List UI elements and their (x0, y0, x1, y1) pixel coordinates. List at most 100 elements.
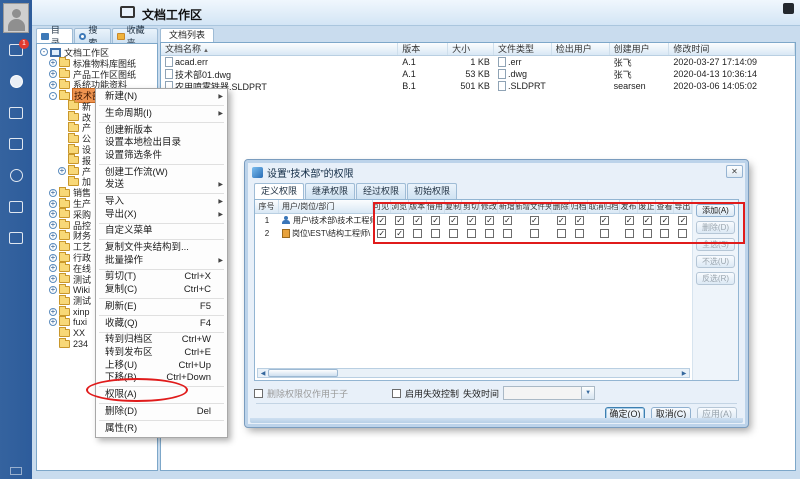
tab-收藏夹[interactable]: 收藏夹 (112, 28, 158, 43)
menu-item-权限(A)[interactable]: 权限(A) (96, 389, 227, 402)
checkbox-归档[interactable]: ✓ (575, 216, 584, 225)
checkbox-取消归档[interactable]: ✓ (600, 216, 609, 225)
checkbox-新增[interactable] (503, 229, 512, 238)
menu-item-收藏(Q)[interactable]: 收藏(Q)F4 (96, 318, 227, 331)
menu-item-复制文件夹结构到...[interactable]: 复制文件夹结构到... (96, 242, 227, 255)
table-row[interactable]: 农用喷雾铁器.SLDPRTB.1501 KB.SLDPRTsearsen2020… (161, 80, 795, 92)
dialog-tab-继承权限[interactable]: 继承权限 (305, 183, 355, 199)
expand-icon[interactable]: + (49, 221, 57, 229)
checkbox-导出[interactable] (678, 229, 687, 238)
expand-icon[interactable]: + (49, 275, 57, 283)
expand-icon[interactable]: + (49, 70, 57, 78)
checkbox-浏览[interactable]: ✓ (395, 216, 404, 225)
permission-row[interactable]: 2岗位\EST\结构工程师\✓✓ (255, 227, 692, 240)
expand-icon[interactable]: + (49, 243, 57, 251)
table-row[interactable]: 技术部01.dwgA.153 KB.dwg张飞2020-04-13 10:36:… (161, 68, 795, 80)
table-row[interactable]: acad.errA.11 KB.err张飞2020-03-27 17:14:09 (161, 56, 795, 68)
window-control-button[interactable] (783, 3, 794, 14)
menu-item-生命周期(I)[interactable]: 生命周期(I)▶ (96, 108, 227, 121)
horizontal-scrollbar[interactable]: ◀▶ (257, 368, 690, 378)
column-header-修改时间[interactable]: 修改时间 (669, 43, 795, 55)
menu-item-复制(C)[interactable]: 复制(C)Ctrl+C (96, 284, 227, 297)
menu-item-转到发布区[interactable]: 转到发布区Ctrl+E (96, 347, 227, 360)
scroll-left-icon[interactable]: ◀ (258, 370, 268, 377)
tab-document-list[interactable]: 文档列表 (160, 28, 214, 42)
checkbox-新增[interactable]: ✓ (503, 216, 512, 225)
column-header-大小[interactable]: 大小 (448, 43, 494, 55)
button-全选(S)[interactable]: 全选(S) (696, 238, 735, 251)
checkbox-发布[interactable] (625, 229, 634, 238)
column-header-创建用户[interactable]: 创建用户 (610, 43, 670, 55)
checkbox-导出[interactable]: ✓ (678, 216, 687, 225)
tab-搜索[interactable]: 搜索 (74, 28, 110, 43)
checkbox-复制[interactable] (449, 229, 458, 238)
menu-item-上移(U)[interactable]: 上移(U)Ctrl+Up (96, 360, 227, 373)
expand-icon[interactable]: + (49, 210, 57, 218)
menu-item-自定义菜单[interactable]: 自定义菜单 (96, 225, 227, 238)
report-icon[interactable] (9, 138, 23, 150)
settings-icon[interactable] (9, 232, 23, 244)
checkbox-浏览[interactable]: ✓ (395, 229, 404, 238)
checkbox-版本[interactable] (413, 229, 422, 238)
checkbox-归档[interactable] (575, 229, 584, 238)
parts-icon[interactable] (10, 169, 23, 182)
checkbox-剪切[interactable]: ✓ (467, 216, 476, 225)
scrollbar-thumb[interactable] (268, 369, 338, 377)
menu-item-发送[interactable]: 发送▶ (96, 179, 227, 192)
button-不选(U)[interactable]: 不选(U) (696, 255, 735, 268)
expand-icon[interactable]: + (49, 81, 57, 89)
menu-item-刷新(E)[interactable]: 刷新(E)F5 (96, 301, 227, 314)
checkbox-发布[interactable]: ✓ (625, 216, 634, 225)
checkbox-新增文件夹[interactable]: ✓ (530, 216, 539, 225)
expand-icon[interactable]: + (49, 59, 57, 67)
menu-item-属性(R)[interactable]: 属性(R) (96, 423, 227, 436)
menu-item-导入[interactable]: 导入▶ (96, 196, 227, 209)
expand-icon[interactable]: + (49, 232, 57, 240)
button-添加(A)[interactable]: 添加(A) (696, 204, 735, 217)
footer-checkbox[interactable] (392, 389, 401, 398)
footer-checkbox[interactable] (254, 389, 263, 398)
close-icon[interactable]: ✕ (726, 165, 743, 178)
menu-item-下移(B)[interactable]: 下移(B)Ctrl+Down (96, 372, 227, 385)
checkbox-查看[interactable]: ✓ (660, 216, 669, 225)
dialog-tab-初始权限[interactable]: 初始权限 (407, 183, 457, 199)
checkbox-废止[interactable]: ✓ (643, 216, 652, 225)
workflow-icon[interactable] (9, 107, 23, 119)
expand-icon[interactable]: + (49, 318, 57, 326)
menu-item-删除(D)[interactable]: 删除(D)Del (96, 406, 227, 419)
menu-item-转到归档区[interactable]: 转到归档区Ctrl+W (96, 334, 227, 347)
checkbox-修改[interactable] (485, 229, 494, 238)
button-删除(D)[interactable]: 删除(D) (696, 221, 735, 234)
expand-icon[interactable]: + (49, 200, 57, 208)
menu-item-剪切(T)[interactable]: 剪切(T)Ctrl+X (96, 271, 227, 284)
user-avatar[interactable] (3, 3, 29, 33)
checkbox-可见[interactable]: ✓ (377, 216, 386, 225)
expand-icon[interactable]: + (58, 167, 66, 175)
collapse-icon[interactable] (10, 467, 22, 475)
checkbox-删除[interactable] (557, 229, 566, 238)
checkbox-借用[interactable] (431, 229, 440, 238)
menu-item-新建(N)[interactable]: 新建(N)▶ (96, 91, 227, 104)
message-icon[interactable]: 1 (9, 44, 23, 56)
scroll-right-icon[interactable]: ▶ (679, 370, 689, 377)
permission-row[interactable]: 1用户\技术部\技术工程师\✓✓✓✓✓✓✓✓✓✓✓✓✓✓✓✓ (255, 214, 692, 227)
dialog-tab-定义权限[interactable]: 定义权限 (254, 183, 304, 199)
collapse-icon[interactable]: - (49, 92, 57, 100)
expand-icon[interactable]: + (49, 264, 57, 272)
expand-icon[interactable]: + (49, 189, 57, 197)
checkbox-取消归档[interactable] (600, 229, 609, 238)
expiry-dropdown[interactable]: ▼ (503, 386, 595, 400)
menu-item-创建工作流(W)[interactable]: 创建工作流(W) (96, 167, 227, 180)
menu-item-设置本地检出目录[interactable]: 设置本地检出目录 (96, 137, 227, 150)
checkbox-剪切[interactable] (467, 229, 476, 238)
checkbox-可见[interactable]: ✓ (377, 229, 386, 238)
checkbox-版本[interactable]: ✓ (413, 216, 422, 225)
menu-item-创建新版本[interactable]: 创建新版本 (96, 125, 227, 138)
expand-icon[interactable]: + (49, 254, 57, 262)
expand-icon[interactable]: + (49, 308, 57, 316)
column-header-版本[interactable]: 版本 (398, 43, 448, 55)
column-header-文档名称[interactable]: 文档名称▲ (161, 43, 398, 55)
checkbox-复制[interactable]: ✓ (449, 216, 458, 225)
checkbox-修改[interactable]: ✓ (485, 216, 494, 225)
tab-目录[interactable]: 目录 (36, 28, 73, 43)
